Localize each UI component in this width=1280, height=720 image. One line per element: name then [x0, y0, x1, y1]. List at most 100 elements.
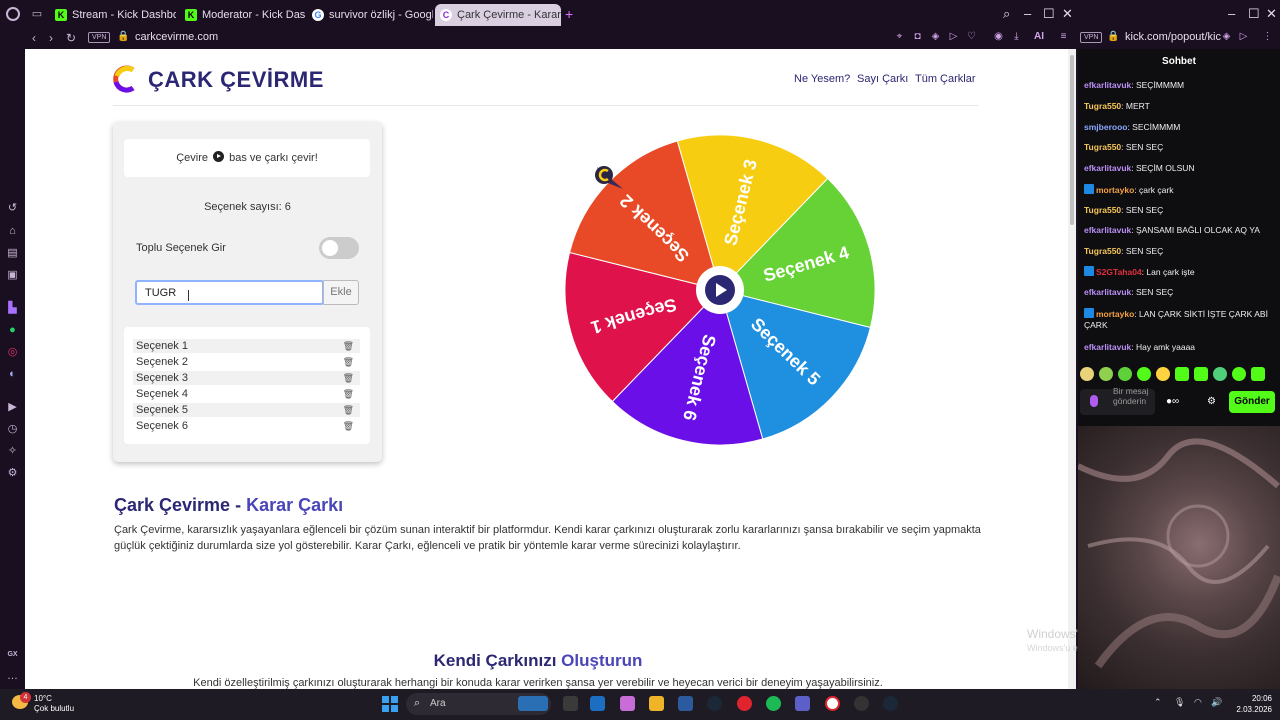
trash-icon[interactable]: 🗑 [343, 339, 354, 353]
heart-icon[interactable]: ♡ [966, 31, 977, 42]
extensions-icon[interactable]: ✧ [6, 445, 19, 458]
menu-icon[interactable]: ≡ [1058, 31, 1069, 42]
forward-icon[interactable]: › [49, 31, 53, 45]
nav-link-sayi-carki[interactable]: Sayı Çarkı [857, 73, 908, 85]
camera-icon[interactable]: ◘ [912, 31, 923, 42]
popout-play-icon[interactable]: ▷ [1238, 31, 1249, 42]
twitch-icon[interactable]: ▙ [6, 302, 19, 315]
microphone-icon[interactable] [1090, 395, 1098, 407]
bulk-entry-toggle[interactable] [319, 237, 359, 259]
system-clock[interactable]: 20:06 2.03.2026 [1232, 693, 1272, 715]
profile-icon[interactable]: ◉ [993, 31, 1004, 42]
emote-icon[interactable] [1251, 367, 1265, 381]
emote-icon[interactable] [1099, 367, 1113, 381]
chat-username[interactable]: efkarlitavuk [1084, 225, 1131, 235]
option-input[interactable] [135, 280, 324, 305]
add-option-button[interactable]: Ekle [323, 280, 359, 305]
browser-logo-icon[interactable] [6, 7, 20, 21]
tab-list-icon[interactable]: ▭ [30, 7, 44, 21]
store-icon[interactable] [678, 696, 693, 711]
bag-icon[interactable]: ⌂ [6, 225, 19, 238]
chat-username[interactable]: Tugra550 [1084, 205, 1121, 215]
emote-icon[interactable] [1175, 367, 1189, 381]
play-icon[interactable]: ▷ [948, 31, 959, 42]
steam-icon[interactable] [883, 696, 898, 711]
chat-username[interactable]: Tugra550 [1084, 142, 1121, 152]
emote-icon[interactable] [1232, 367, 1246, 381]
chat-username[interactable]: efkarlitavuk [1084, 80, 1131, 90]
wifi-icon[interactable]: ◠ [1194, 697, 1202, 708]
clock-icon[interactable]: ◷ [6, 423, 19, 436]
send-button[interactable]: Gönder [1229, 391, 1275, 413]
chat-username[interactable]: Tugra550 [1084, 246, 1121, 256]
chat-username[interactable]: mortayko [1096, 309, 1134, 319]
popout-url-field[interactable]: kick.com/popout/kic [1125, 31, 1221, 43]
popout-vpn-badge[interactable]: VPN [1080, 32, 1103, 43]
history-icon[interactable]: ↺ [6, 202, 19, 215]
obs-icon[interactable] [854, 696, 869, 711]
trash-icon[interactable]: 🗑 [343, 419, 354, 433]
discord-icon[interactable]: ◐ [6, 368, 19, 381]
tab-kick-stream[interactable]: K Stream - Kick Dashboard [50, 4, 176, 26]
spotify-icon[interactable] [766, 696, 781, 711]
tab-google[interactable]: G survivor özlikj - Google'd [307, 4, 433, 26]
chat-username[interactable]: smjberooo [1084, 122, 1127, 132]
emote-icon[interactable] [1137, 367, 1151, 381]
back-icon[interactable]: ‹ [32, 31, 36, 45]
edge-icon[interactable] [590, 696, 605, 711]
close-icon[interactable]: ✕ [1062, 6, 1073, 22]
chat-username[interactable]: efkarlitavuk [1084, 163, 1131, 173]
emote-icon[interactable] [1080, 367, 1094, 381]
search-highlight-icon[interactable] [518, 696, 548, 711]
page-scrollbar-thumb[interactable] [1070, 55, 1074, 225]
more-icon[interactable]: … [6, 670, 19, 683]
copilot-icon[interactable] [620, 696, 635, 711]
emote-icon[interactable] [1194, 367, 1208, 381]
chat-username[interactable]: mortayko [1096, 185, 1134, 195]
popout-shield-icon[interactable]: ◈ [1221, 31, 1232, 42]
chat-settings-icon[interactable]: ⚙ [1207, 396, 1216, 407]
emote-icon[interactable] [1118, 367, 1132, 381]
stream-video[interactable] [1078, 426, 1280, 689]
maximize-icon[interactable]: ☐ [1043, 6, 1055, 22]
ai-button[interactable]: AI [1029, 31, 1049, 42]
tray-chevron-icon[interactable]: ⌃ [1154, 697, 1162, 708]
steam-icon[interactable] [707, 696, 722, 711]
instagram-icon[interactable]: ◎ [6, 346, 19, 359]
pin-icon[interactable]: ⌖ [894, 31, 905, 42]
player-icon[interactable]: ▣ [6, 269, 19, 282]
popout-menu-icon[interactable]: ⋮ [1262, 31, 1273, 42]
popout-minimize-icon[interactable]: – [1228, 6, 1235, 21]
video-icon[interactable]: ▶ [6, 401, 19, 414]
chat-username[interactable]: S2GTaha04 [1096, 267, 1142, 277]
site-brand[interactable]: ÇARK ÇEVİRME [148, 67, 324, 93]
trash-icon[interactable]: 🗑 [343, 403, 354, 417]
reload-icon[interactable]: ↻ [66, 31, 76, 45]
trash-icon[interactable]: 🗑 [343, 387, 354, 401]
chat-username[interactable]: efkarlitavuk [1084, 287, 1131, 297]
search-icon[interactable]: ⌕ [1003, 6, 1010, 22]
popout-close-icon[interactable]: ✕ [1266, 6, 1277, 22]
file-explorer-icon[interactable] [649, 696, 664, 711]
popout-maximize-icon[interactable]: ☐ [1248, 6, 1260, 22]
settings-icon[interactable]: ⚙ [6, 467, 19, 480]
minimize-icon[interactable]: – [1024, 6, 1031, 21]
emote-icon[interactable] [1156, 367, 1170, 381]
emote-picker-icon[interactable]: ●∞ [1166, 396, 1179, 407]
mic-tray-icon[interactable]: 🎙 [1174, 697, 1185, 708]
chat-username[interactable]: Tugra550 [1084, 101, 1121, 111]
vpn-badge[interactable]: VPN [88, 32, 111, 43]
wallet-icon[interactable]: ▤ [6, 247, 19, 260]
chat-username[interactable]: efkarlitavuk [1084, 342, 1131, 352]
tab-kick-moderator[interactable]: K Moderator - Kick Dashbo [180, 4, 306, 26]
opera-icon[interactable] [825, 696, 840, 711]
trash-icon[interactable]: 🗑 [343, 371, 354, 385]
volume-icon[interactable]: 🔊 [1211, 697, 1222, 708]
opera-gx-icon[interactable] [737, 696, 752, 711]
new-tab-icon[interactable]: + [565, 7, 573, 21]
shield-icon[interactable]: ◈ [930, 31, 941, 42]
tab-cark-cevirme[interactable]: C Çark Çevirme - Karar Çark [435, 4, 561, 26]
nav-link-tum-carklar[interactable]: Tüm Çarklar [915, 73, 976, 85]
nav-link-ne-yesem[interactable]: Ne Yesem? [794, 73, 850, 85]
emote-icon[interactable] [1213, 367, 1227, 381]
